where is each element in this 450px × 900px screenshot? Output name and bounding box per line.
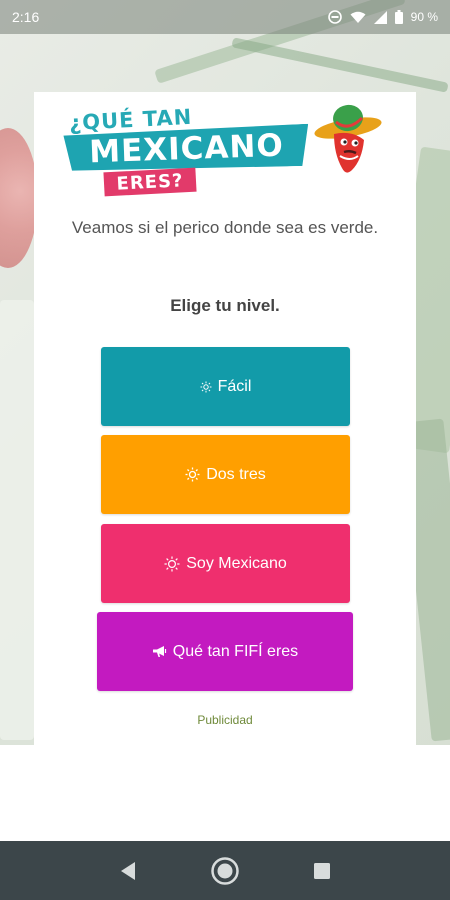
megaphone-icon: [152, 645, 167, 658]
level-easy-label: Fácil: [217, 377, 252, 395]
sun-small-icon: [200, 381, 212, 393]
sun-outline-icon: [164, 556, 180, 572]
pine-branch: [231, 37, 449, 93]
level-medium-label: Dos tres: [206, 465, 266, 483]
status-icons: 90 %: [327, 10, 438, 24]
status-bar: 2:16 90 %: [0, 0, 450, 34]
level-fifi-label: Qué tan FIFÍ eres: [172, 642, 299, 660]
app-logo: ¿QUÉ TAN MEXICANO ERES?: [64, 100, 384, 197]
do-not-disturb-icon: [327, 10, 342, 24]
battery-icon: [394, 10, 403, 24]
home-icon[interactable]: [205, 851, 245, 891]
level-easy-button[interactable]: Fácil: [101, 347, 350, 426]
recents-icon[interactable]: [302, 851, 342, 891]
pine-branch: [0, 300, 34, 740]
chili-sombrero-mascot-icon: [314, 104, 382, 173]
level-hard-button[interactable]: Soy Mexicano: [101, 524, 350, 603]
back-icon[interactable]: [108, 851, 148, 891]
logo-line-2: MEXICANO: [88, 127, 285, 171]
level-hard-label: Soy Mexicano: [186, 554, 287, 572]
level-fifi-button[interactable]: Qué tan FIFÍ eres: [97, 612, 353, 691]
status-time: 2:16: [12, 9, 40, 25]
wifi-icon: [350, 11, 366, 24]
logo-eres-tag: ERES?: [103, 167, 197, 197]
level-heading: Elige tu nivel.: [170, 296, 280, 315]
ornament-decoration: [0, 128, 38, 268]
ad-label: Publicidad: [197, 713, 253, 727]
sun-medium-icon: [185, 467, 200, 482]
system-nav-bar: [0, 841, 450, 900]
logo-line-3: ERES?: [116, 169, 184, 195]
signal-icon: [373, 10, 387, 24]
level-card: ¿QUÉ TAN MEXICANO ERES? Veamos si el per…: [34, 92, 416, 745]
battery-percent: 90 %: [410, 10, 438, 24]
level-medium-button[interactable]: Dos tres: [101, 435, 350, 514]
intro-text: Veamos si el perico donde sea es verde.: [71, 218, 379, 237]
